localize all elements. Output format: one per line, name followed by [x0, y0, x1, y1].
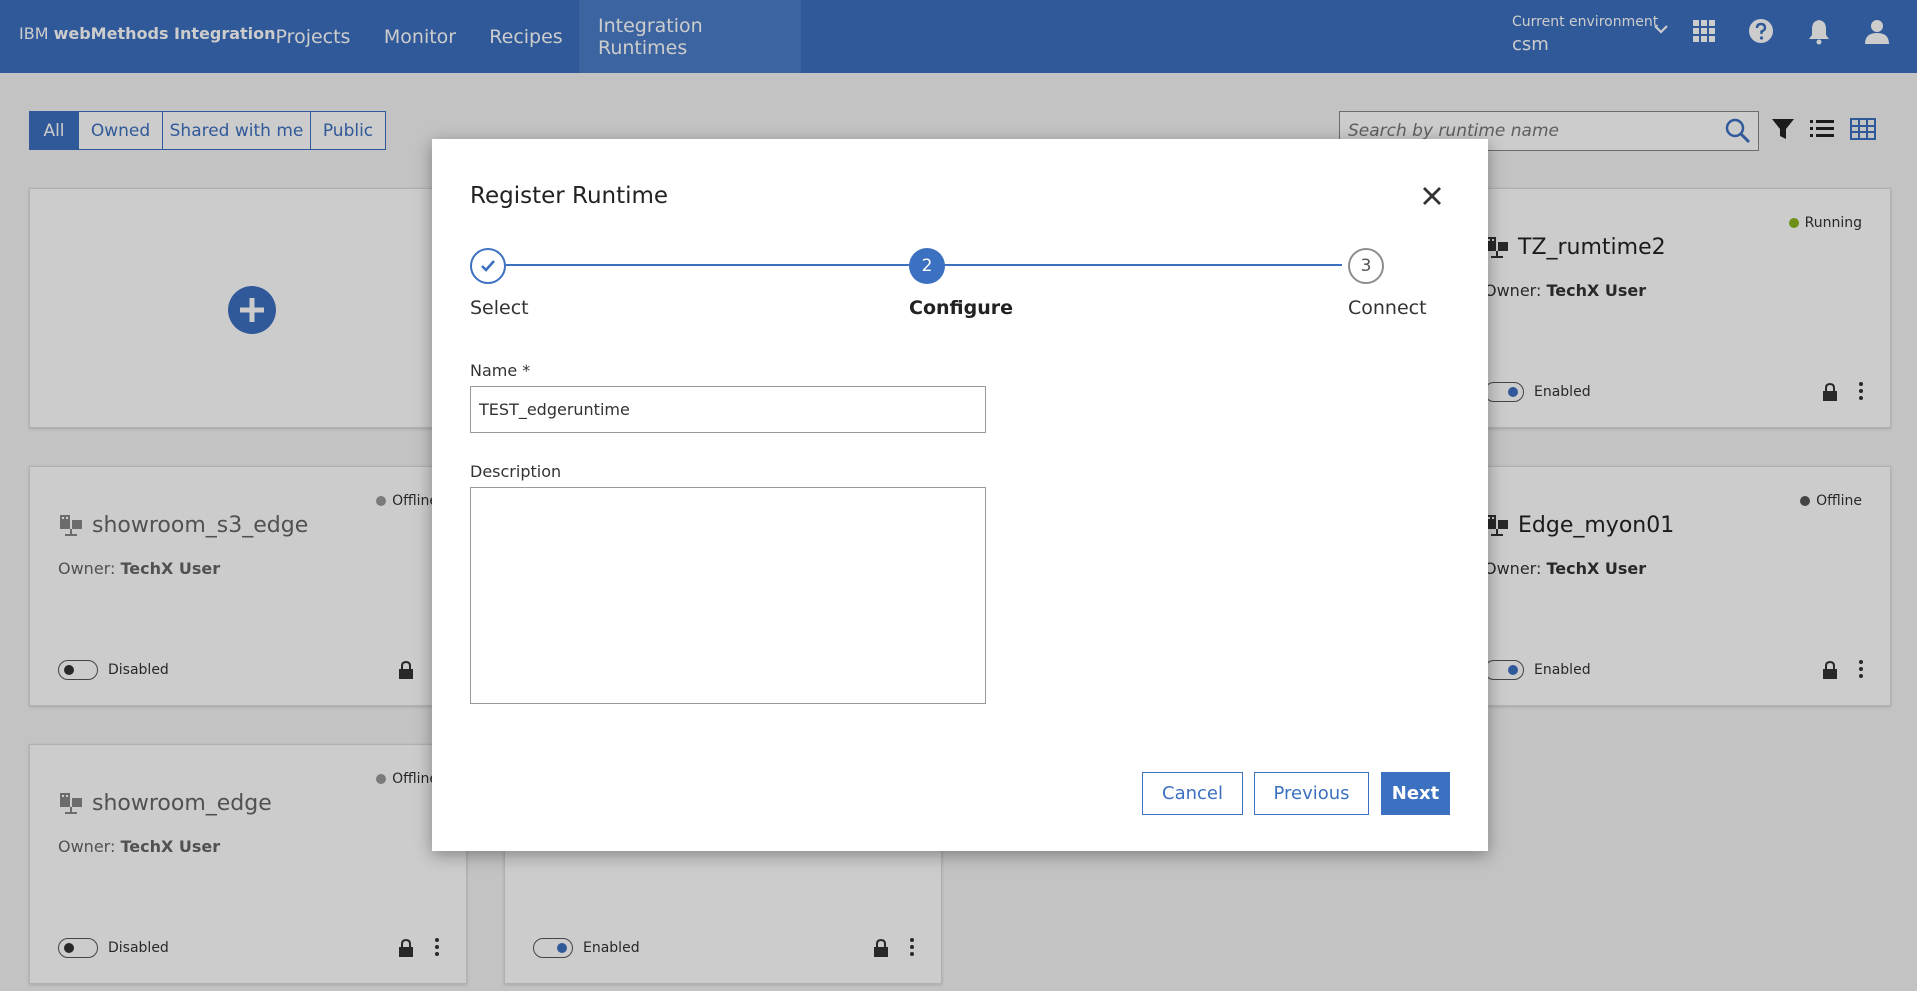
- close-icon[interactable]: [1421, 185, 1443, 207]
- name-label: Name *: [470, 361, 531, 380]
- modal-title: Register Runtime: [470, 183, 669, 209]
- description-label: Description: [470, 462, 562, 481]
- step-configure-indicator: 2: [909, 248, 945, 284]
- previous-button[interactable]: Previous: [1254, 772, 1369, 815]
- next-button[interactable]: Next: [1381, 772, 1450, 815]
- register-runtime-modal: Register Runtime 2 3 Select Configure Co…: [432, 139, 1488, 851]
- step-configure-label: Configure: [909, 297, 1013, 319]
- checkmark-icon: [481, 260, 495, 272]
- step-connect-label: Connect: [1348, 297, 1427, 319]
- description-field[interactable]: [470, 487, 986, 704]
- step-connect-indicator: 3: [1348, 248, 1384, 284]
- step-select-label: Select: [470, 297, 529, 319]
- step-select-indicator: [470, 248, 506, 284]
- name-field[interactable]: TEST_edgeruntime: [470, 386, 986, 433]
- cancel-button[interactable]: Cancel: [1142, 772, 1243, 815]
